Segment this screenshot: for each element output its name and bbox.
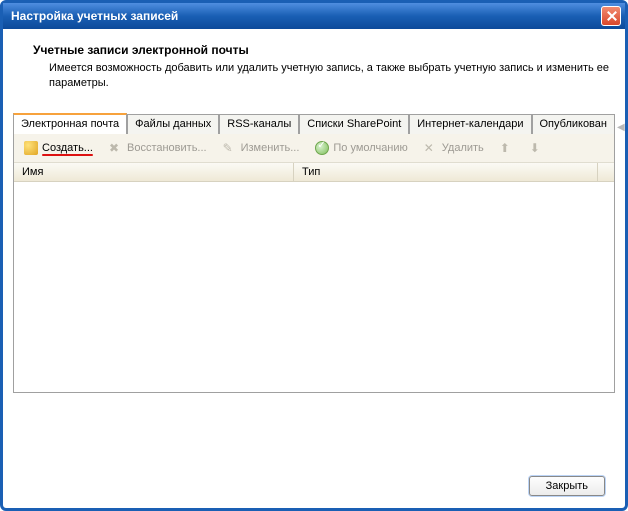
- tab-sharepoint[interactable]: Списки SharePoint: [299, 114, 409, 134]
- arrow-down-icon: [530, 141, 544, 155]
- tab-internet-calendars[interactable]: Интернет-календари: [409, 114, 531, 134]
- check-circle-icon: [315, 141, 329, 155]
- tab-data-files[interactable]: Файлы данных: [127, 114, 219, 134]
- arrow-up-icon: [500, 141, 514, 155]
- titlebar: Настройка учетных записей: [3, 3, 625, 29]
- tab-rss[interactable]: RSS-каналы: [219, 114, 299, 134]
- close-button[interactable]: Закрыть: [529, 476, 605, 496]
- set-default-button: По умолчанию: [311, 139, 411, 157]
- tab-strip: Электронная почта Файлы данных RSS-канал…: [13, 109, 615, 133]
- tab-published[interactable]: Опубликован: [532, 114, 615, 134]
- page-title: Учетные записи электронной почты: [33, 43, 611, 57]
- email-accounts-panel: Создать... Восстановить... Изменить... П…: [13, 133, 615, 393]
- column-type[interactable]: Тип: [294, 163, 598, 181]
- move-up-button: [496, 139, 518, 157]
- spacer: [13, 393, 615, 460]
- column-spacer: [598, 163, 614, 181]
- content-area: Электронная почта Файлы данных RSS-канал…: [3, 109, 625, 466]
- account-settings-window: Настройка учетных записей Учетные записи…: [0, 0, 628, 511]
- move-down-button: [526, 139, 548, 157]
- page-description: Имеется возможность добавить или удалить…: [49, 61, 611, 91]
- accounts-table-header: Имя Тип: [14, 163, 614, 182]
- column-name[interactable]: Имя: [14, 163, 294, 181]
- new-account-label: Создать...: [42, 142, 93, 154]
- new-account-button[interactable]: Создать...: [20, 139, 97, 157]
- footer: Закрыть: [3, 466, 625, 508]
- delete-icon: [424, 141, 438, 155]
- tab-scroll-left-icon[interactable]: ◀: [615, 122, 627, 133]
- edit-account-label: Изменить...: [241, 142, 300, 154]
- edit-account-button: Изменить...: [219, 139, 304, 157]
- repair-account-button: Восстановить...: [105, 139, 211, 157]
- repair-account-label: Восстановить...: [127, 142, 207, 154]
- delete-account-label: Удалить: [442, 142, 484, 154]
- accounts-table-body: [14, 182, 614, 392]
- header-region: Учетные записи электронной почты Имеется…: [3, 29, 625, 109]
- tab-scroll: ◀ ▶: [615, 122, 628, 133]
- tab-email[interactable]: Электронная почта: [13, 113, 127, 134]
- window-title: Настройка учетных записей: [11, 9, 178, 23]
- toolbar: Создать... Восстановить... Изменить... П…: [14, 134, 614, 163]
- repair-icon: [109, 141, 123, 155]
- delete-account-button: Удалить: [420, 139, 488, 157]
- set-default-label: По умолчанию: [333, 142, 407, 154]
- close-icon[interactable]: [601, 6, 621, 26]
- edit-icon: [223, 141, 237, 155]
- new-icon: [24, 141, 38, 155]
